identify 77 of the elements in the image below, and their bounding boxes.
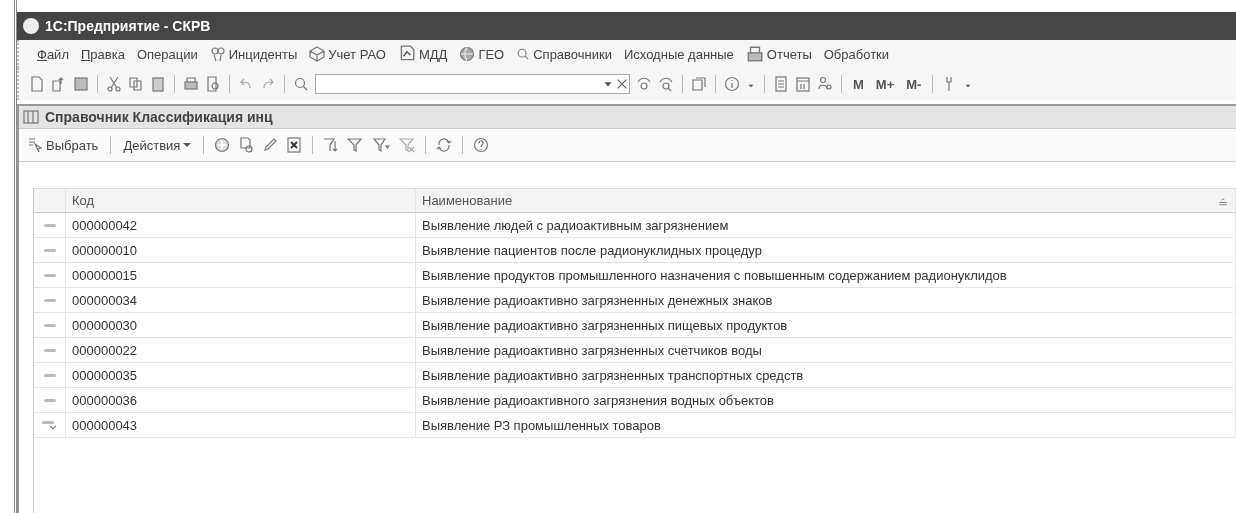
calendar-icon[interactable] [795,76,811,92]
table-cell: 000000036 [66,388,416,412]
search-field[interactable] [315,74,630,94]
select-button[interactable]: Выбрать [25,137,101,153]
menu-item[interactable]: ГЕО [459,46,505,62]
column-header[interactable]: Наименование [416,189,1236,212]
help-icon[interactable] [473,137,490,153]
table-cell: Выявление радиоактивно загрязненных транспортных средств [416,363,1236,387]
delete-icon[interactable] [286,137,303,153]
cursor-list-icon [27,137,43,153]
table-cell: Выявление продуктов промышленного назначения с повышенным содержанием радионуклидов [416,263,1236,287]
filter-clear-icon[interactable] [399,137,416,153]
dash-arrow-icon [42,420,57,430]
clear-icon[interactable] [615,77,629,91]
dash-icon [43,298,56,302]
menu-item[interactable]: Обработки [823,46,890,62]
table-cell: Выявление радиоактивно загрязненных денежных знаков [416,288,1236,312]
dash-icon [43,223,56,227]
app-logo-icon [23,18,39,34]
dash-icon [43,398,56,402]
filter-dropdown-icon[interactable] [371,137,392,153]
printer-icon[interactable] [183,76,199,92]
pencil-icon[interactable] [262,137,279,153]
table-cell: 000000022 [66,338,416,362]
menu-item[interactable]: Учет РАО [309,46,386,62]
menu-item[interactable]: Файл [37,46,69,62]
menu-item[interactable]: Исходные данные [623,46,734,62]
table-cell: Выявление радиоактивного загрязнения водных объектов [416,388,1236,412]
table-cell: Выявление РЗ промышленных товаров [416,413,1236,437]
dash-icon [43,323,56,327]
printer-icon [745,45,764,63]
list-icon [23,109,39,125]
dash-icon [43,348,56,352]
table-cell: 000000010 [66,238,416,262]
search-icon [516,47,531,61]
dash-icon [43,248,56,252]
menu-item[interactable]: Справочники [516,46,612,62]
caret-icon [183,143,192,147]
table-cell: 000000015 [66,263,416,287]
search-previous-icon[interactable] [636,76,652,92]
preview-icon[interactable] [205,76,221,92]
memory-button[interactable]: M+ [872,76,898,92]
table-cell: Выявление радиоактивно загрязненных счетчиков воды [416,338,1236,362]
add-icon[interactable] [214,137,231,153]
memory-button[interactable]: M [850,76,867,92]
table-cell: 000000034 [66,288,416,312]
globe-icon [459,46,476,62]
info-icon[interactable] [724,76,740,92]
table-cell: Выявление радиоактивно загрязненных пищевых продуктов [416,313,1236,337]
scissors-icon[interactable] [106,76,122,92]
copy-icon[interactable] [128,76,144,92]
actions-button[interactable]: Действия [121,137,194,153]
search-icon[interactable] [293,76,309,92]
table-cell: Выявление пациентов после радионуклидных процедур [416,238,1236,262]
table-cell: 000000042 [66,213,416,237]
table-cell: Выявление людей с радиоактивным загрязнением [416,213,1236,237]
user-search-icon[interactable] [817,76,833,92]
memory-button[interactable]: M- [903,76,925,92]
form-title: Справочник Классификация инц [45,109,273,125]
column-header[interactable]: Код [66,189,416,212]
copy-add-icon[interactable] [238,137,255,153]
dash-icon [43,273,56,277]
refresh-icon[interactable] [436,137,453,153]
table-cell: 000000030 [66,313,416,337]
menu-item[interactable]: МДД [397,45,448,63]
menu-item[interactable]: Инциденты [209,46,298,62]
menu-item[interactable]: Отчеты [745,45,812,63]
window-title: 1С:Предприятие - СКРВ [45,18,211,34]
table-cell: 000000035 [66,363,416,387]
table-cell: 000000043 [66,413,416,437]
new-document-icon[interactable] [29,76,45,92]
windows-icon[interactable] [691,76,707,92]
cube-icon [309,46,326,62]
menu-item[interactable]: Операции [136,46,198,62]
dash-icon [43,373,56,377]
search-next-icon[interactable] [658,76,674,92]
menu-item[interactable]: Правка [80,46,125,62]
